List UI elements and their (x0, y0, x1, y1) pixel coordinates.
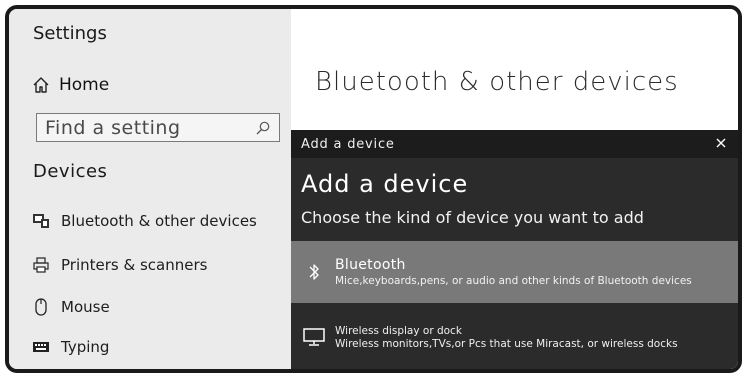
close-button[interactable] (712, 134, 730, 152)
dialog-heading: Add a device (301, 170, 469, 198)
printer-icon (31, 256, 51, 274)
keyboard-icon (31, 338, 51, 356)
sidebar-item-label: Bluetooth & other devices (61, 212, 257, 230)
home-nav-item[interactable]: Home (31, 73, 109, 97)
option-text: Bluetooth Mice,keyboards,pens, or audio … (335, 257, 692, 287)
page-title: Bluetooth & other devices (315, 67, 679, 97)
add-device-dialog: Add a device Add a device Choose the kin… (291, 130, 738, 369)
main-content: Bluetooth & other devices Add a device A… (291, 9, 738, 369)
app-title: Settings (33, 23, 107, 44)
mouse-icon (31, 298, 51, 316)
sidebar-item-label: Printers & scanners (61, 256, 208, 274)
search-icon (255, 120, 271, 136)
sidebar-item-mouse[interactable]: Mouse (31, 295, 110, 319)
option-bluetooth[interactable]: Bluetooth Mice,keyboards,pens, or audio … (291, 241, 738, 303)
section-heading-devices: Devices (33, 161, 108, 182)
close-icon (716, 138, 726, 148)
bluetooth-icon (299, 262, 329, 282)
sidebar-item-label: Typing (61, 338, 110, 356)
dialog-window-title: Add a device (301, 136, 395, 152)
option-name: Bluetooth (335, 257, 406, 273)
option-name: Wireless display or dock (335, 324, 462, 337)
home-icon (31, 75, 51, 95)
sidebar-item-label: Mouse (61, 298, 110, 316)
home-label: Home (59, 75, 110, 95)
bluetooth-devices-icon (31, 212, 51, 230)
search-input[interactable]: Find a setting (36, 113, 280, 142)
sidebar-item-bluetooth[interactable]: Bluetooth & other devices (31, 209, 257, 233)
option-description: Wireless monitors,TVs,or Pcs that use Mi… (335, 337, 678, 350)
sidebar-item-typing[interactable]: Typing (31, 335, 109, 359)
sidebar-item-printers[interactable]: Printers & scanners (31, 253, 207, 277)
monitor-icon (299, 327, 329, 347)
dialog-subtitle: Choose the kind of device you want to ad… (301, 208, 644, 227)
sidebar: Settings Home Find a setting Devices Blu… (9, 9, 291, 369)
option-description: Mice,keyboards,pens, or audio and other … (335, 275, 692, 287)
option-wireless-display[interactable]: Wireless display or dock Wireless monito… (291, 316, 738, 358)
dialog-titlebar: Add a device (291, 130, 738, 158)
window-frame: Settings Home Find a setting Devices Blu… (5, 5, 742, 373)
option-text: Wireless display or dock Wireless monito… (335, 325, 678, 350)
search-placeholder: Find a setting (45, 116, 181, 139)
